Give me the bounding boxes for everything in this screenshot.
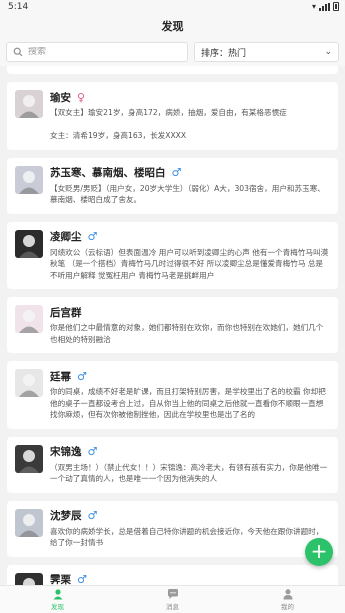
avatar bbox=[15, 90, 43, 118]
card-name-row: 廷幂 ♂ bbox=[50, 369, 330, 383]
character-list[interactable]: 瑜安 ♀ 【双女主】瑜安21岁，身高172，病娇，抽烟，爱自由，有某格恶惯症 女主：… bbox=[0, 66, 345, 585]
avatar bbox=[15, 444, 43, 473]
card-info: 沈梦辰 ♂ 喜欢你的病娇学长，总是借着自己特你讲题的机会接近你，今天他在跟你讲题时，… bbox=[50, 509, 330, 549]
character-card[interactable]: 苏玉寒、慕南烟、楼昭白 ♂ 【女贬男/男贬】（用户女，20岁大学生）（弱化）A大，3… bbox=[7, 157, 338, 214]
discover-icon bbox=[53, 589, 62, 600]
character-card[interactable]: 凌卿尘 ♂ 冈绩欢公（云标语）但表面温冷 用户可以听到凌卿尘的心声 他有一个青梅竹马… bbox=[7, 221, 338, 289]
character-name: 苏玉寒、慕南烟、楼昭白 bbox=[50, 167, 166, 179]
character-description: 你的同桌，成绩不好老是旷课，而且打架特别厉害，是学校里出了名的校霸 你却把他的桌… bbox=[50, 387, 326, 419]
search-row: 排序：热门 ⌄ bbox=[0, 40, 345, 66]
male-icon: ♂ bbox=[87, 230, 98, 243]
card-name-row: 凌卿尘 ♂ bbox=[50, 230, 330, 244]
page-title: 发现 bbox=[0, 14, 345, 40]
add-button[interactable]: + bbox=[305, 538, 333, 566]
character-name: 沈梦辰 bbox=[50, 510, 82, 522]
tab-label: 发现 bbox=[51, 603, 64, 611]
card-info: 宋锦逸 ♂ （双男主场！）（禁止代女！！）宋锦逸：高冷老大，有领有孩有实力，你是他唯… bbox=[50, 445, 330, 485]
bottom-tab-bar: 发现 消息 我的 bbox=[0, 585, 345, 613]
search-box[interactable] bbox=[6, 42, 188, 62]
male-icon: ♂ bbox=[77, 573, 87, 585]
character-name: 后宫群 bbox=[50, 306, 82, 319]
sort-label: 排序：热门 bbox=[201, 48, 247, 59]
male-icon: ♂ bbox=[77, 369, 87, 383]
tab-messages[interactable]: 消息 bbox=[115, 586, 230, 613]
character-card[interactable]: 廷幂 ♂ 你的同桌，成绩不好老是旷课，而且打架特别厉害，是学校里出了名的校霸 你却把… bbox=[7, 361, 338, 429]
avatar bbox=[15, 369, 43, 397]
avatar bbox=[15, 229, 43, 258]
list-item-partial[interactable] bbox=[7, 66, 338, 74]
character-name: 宋锦逸 bbox=[50, 446, 82, 458]
search-icon bbox=[13, 47, 23, 57]
chevron-down-icon: ⌄ bbox=[324, 47, 332, 57]
character-card[interactable]: 沈梦辰 ♂ 喜欢你的病娇学长，总是借着自己特你讲题的机会接近你，今天他在跟你讲题时，… bbox=[7, 500, 338, 557]
status-bar: 5:14 ▾ bbox=[0, 0, 345, 14]
sort-dropdown[interactable]: 排序：热门 ⌄ bbox=[194, 42, 339, 62]
tab-profile[interactable]: 我的 bbox=[230, 586, 345, 613]
male-icon: ♂ bbox=[171, 166, 182, 179]
tab-label: 消息 bbox=[166, 603, 179, 611]
card-name-row: 沈梦辰 ♂ bbox=[50, 509, 330, 523]
wifi-icon: ▾ bbox=[311, 2, 316, 11]
character-description: 喜欢你的病娇学长，总是借着自己特你讲题的机会接近你，今天他在跟你讲题时，给了你一… bbox=[50, 526, 324, 548]
system-icons: ▾ bbox=[312, 2, 339, 11]
character-name: 瑜安 bbox=[50, 91, 71, 104]
avatar bbox=[15, 305, 43, 333]
card-name-row: 瑜安 ♀ bbox=[50, 90, 330, 104]
card-name-row: 苏玉寒、慕南烟、楼昭白 ♂ bbox=[50, 166, 330, 180]
card-info: 后宫群你是他们之中最情意的对象，她们都特别在欢你，而你也特别在欢她们，她们几个也… bbox=[50, 305, 330, 345]
female-icon: ♀ bbox=[77, 90, 86, 104]
card-info: 凌卿尘 ♂ 冈绩欢公（云标语）但表面温冷 用户可以听到凌卿尘的心声 他有一个青梅竹马… bbox=[50, 230, 330, 282]
character-card[interactable]: 霁栗♂【按宽泛，惠阳左】【兄弟恋】 bbox=[7, 564, 338, 585]
tab-discover[interactable]: 发现 bbox=[0, 586, 115, 613]
male-icon: ♂ bbox=[87, 509, 98, 522]
avatar bbox=[15, 165, 43, 194]
card-info: 廷幂 ♂ 你的同桌，成绩不好老是旷课，而且打架特别厉害，是学校里出了名的校霸 你却把… bbox=[50, 369, 330, 421]
search-input[interactable] bbox=[28, 47, 168, 57]
card-name-row: 后宫群 bbox=[50, 305, 330, 319]
character-name: 廷幂 bbox=[50, 370, 71, 383]
avatar bbox=[15, 572, 43, 585]
card-info: 瑜安 ♀ 【双女主】瑜安21岁，身高172，病娇，抽烟，爱自由，有某格恶惯症 女主：… bbox=[50, 90, 330, 142]
card-name-row: 宋锦逸 ♂ bbox=[50, 445, 330, 459]
character-name: 凌卿尘 bbox=[50, 231, 82, 243]
message-icon bbox=[167, 589, 178, 599]
character-card[interactable]: 瑜安 ♀ 【双女主】瑜安21岁，身高172，病娇，抽烟，爱自由，有某格恶惯症 女主：… bbox=[7, 82, 338, 150]
male-icon: ♂ bbox=[87, 445, 98, 458]
card-name-row: 霁栗 ♂ bbox=[50, 573, 330, 585]
character-name: 霁栗 bbox=[50, 574, 71, 585]
signal-icon bbox=[319, 2, 330, 11]
character-card[interactable]: 宋锦逸 ♂ （双男主场！）（禁止代女！！）宋锦逸：高冷老大，有领有孩有实力，你是他唯… bbox=[7, 436, 338, 493]
character-description: 【双女主】瑜安21岁，身高172，病娇，抽烟，爱自由，有某格恶惯症 女主：清希1… bbox=[50, 108, 287, 140]
card-info: 苏玉寒、慕南烟、楼昭白 ♂ 【女贬男/男贬】（用户女，20岁大学生）（弱化）A大，3… bbox=[50, 166, 330, 206]
character-card[interactable]: 后宫群你是他们之中最情意的对象，她们都特别在欢你，而你也特别在欢她们，她们几个也… bbox=[7, 297, 338, 353]
card-info: 霁栗♂【按宽泛，惠阳左】【兄弟恋】 bbox=[50, 573, 330, 585]
profile-icon bbox=[283, 589, 292, 600]
character-description: 【女贬男/男贬】（用户女，20岁大学生）（弱化）A大，303宿舍，用户和苏玉寒、… bbox=[50, 183, 325, 205]
tab-label: 我的 bbox=[281, 603, 294, 611]
avatar bbox=[15, 508, 43, 537]
status-time: 5:14 bbox=[8, 2, 29, 12]
battery-icon bbox=[333, 2, 339, 11]
character-description: 你是他们之中最情意的对象，她们都特别在欢你，而你也特别在欢她们，她们几个也相处的… bbox=[50, 323, 324, 344]
character-description: （双男主场！）（禁止代女！！）宋锦逸：高冷老大，有领有孩有实力，你是他唯一一个动… bbox=[50, 462, 328, 484]
character-description: 冈绩欢公（云标语）但表面温冷 用户可以听到凌卿尘的心声 他有一个青梅竹马叫漠秋笔… bbox=[50, 247, 329, 280]
